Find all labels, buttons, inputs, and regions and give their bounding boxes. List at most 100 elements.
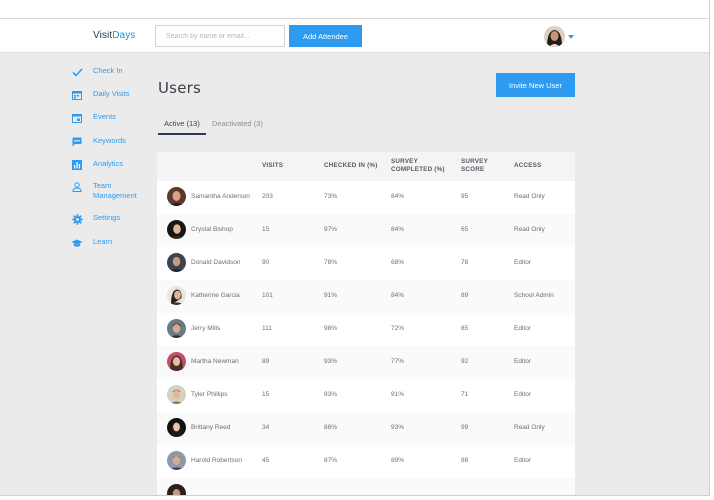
cell-visits: 89 bbox=[262, 358, 270, 365]
cell-visits: 34 bbox=[262, 424, 270, 431]
cell-survey-score: 65 bbox=[461, 226, 469, 233]
user-name[interactable]: Harold Robertson bbox=[191, 457, 242, 464]
sidebar-item-settings[interactable]: Settings bbox=[70, 213, 148, 225]
cell-survey-completed: 77% bbox=[391, 358, 405, 365]
cell-survey-completed: 93% bbox=[391, 424, 405, 431]
cell-access: School Admin bbox=[514, 292, 554, 299]
cell-survey-completed: 84% bbox=[391, 193, 405, 200]
cell-access: Editor bbox=[514, 358, 531, 365]
column-header-checked-in[interactable]: CHECKED IN (%) bbox=[324, 162, 378, 170]
table-row[interactable] bbox=[157, 478, 575, 495]
table-row[interactable]: Tyler Phillips 15 83% 91% 71 Editor bbox=[157, 379, 575, 412]
avatar bbox=[167, 187, 186, 206]
avatar bbox=[167, 253, 186, 272]
cell-survey-score: 92 bbox=[461, 358, 469, 365]
sidebar-item-label: Learn bbox=[93, 237, 113, 246]
cell-survey-score: 78 bbox=[461, 259, 469, 266]
cell-survey-score: 85 bbox=[461, 325, 469, 332]
cell-checked-in: 88% bbox=[324, 424, 338, 431]
cell-survey-completed: 91% bbox=[391, 391, 405, 398]
browser-top-strip bbox=[0, 0, 709, 19]
checkmark-icon bbox=[70, 66, 84, 78]
column-header-survey-completed[interactable]: SURVEY COMPLETED (%) bbox=[391, 158, 451, 174]
avatar bbox=[167, 385, 186, 404]
user-name[interactable]: Katherine Garcia bbox=[191, 292, 240, 299]
cell-visits: 111 bbox=[262, 325, 272, 332]
user-name[interactable]: Donald Davidson bbox=[191, 259, 241, 266]
current-user-avatar[interactable] bbox=[544, 26, 565, 47]
cell-survey-score: 99 bbox=[461, 424, 469, 431]
search-input[interactable] bbox=[155, 25, 285, 47]
logo-part-days: Days bbox=[112, 30, 136, 41]
avatar bbox=[167, 451, 186, 470]
table-row[interactable]: Crystal Bishop 15 97% 84% 65 Read Only bbox=[157, 214, 575, 247]
user-name[interactable]: Crystal Bishop bbox=[191, 226, 233, 233]
cell-survey-completed: 72% bbox=[391, 325, 405, 332]
table-row[interactable]: Martha Newman 89 93% 77% 92 Editor bbox=[157, 346, 575, 379]
cell-survey-completed: 84% bbox=[391, 226, 405, 233]
add-attendee-button[interactable]: Add Attendee bbox=[289, 25, 362, 47]
invite-new-user-button[interactable]: Invite New User bbox=[496, 73, 575, 97]
cell-survey-completed: 84% bbox=[391, 292, 405, 299]
cell-visits: 45 bbox=[262, 457, 270, 464]
cell-access: Editor bbox=[514, 325, 531, 332]
table-row[interactable]: Donald Davidson 90 78% 68% 78 Editor bbox=[157, 247, 575, 280]
column-header-visits[interactable]: VISITS bbox=[262, 162, 283, 170]
table-row[interactable]: Jerry Mills 111 98% 72% 85 Editor bbox=[157, 313, 575, 346]
user-tabs: Active (13) Deactivated (3) bbox=[158, 119, 578, 137]
users-table: VISITS CHECKED IN (%) SURVEY COMPLETED (… bbox=[157, 152, 575, 495]
table-row[interactable]: Brittany Reed 34 88% 93% 99 Read Only bbox=[157, 412, 575, 445]
tab-active[interactable]: Active (13) bbox=[158, 119, 206, 135]
logo-part-visit: Visit bbox=[93, 30, 113, 41]
table-row[interactable]: Katherine Garcia 101 91% 84% 89 School A… bbox=[157, 280, 575, 313]
sidebar-item-keywords[interactable]: Keywords bbox=[70, 136, 148, 148]
tab-deactivated[interactable]: Deactivated (3) bbox=[212, 119, 263, 135]
cell-visits: 90 bbox=[262, 259, 270, 266]
sidebar-item-label: Keywords bbox=[93, 136, 126, 145]
chevron-down-icon[interactable] bbox=[568, 35, 574, 39]
sidebar-item-label: Events bbox=[93, 112, 116, 121]
cell-visits: 101 bbox=[262, 292, 273, 299]
user-name[interactable]: Martha Newman bbox=[191, 358, 239, 365]
cell-checked-in: 93% bbox=[324, 358, 338, 365]
cell-access: Read Only bbox=[514, 226, 545, 233]
table-row[interactable]: Harold Robertson 45 87% 89% 88 Editor bbox=[157, 445, 575, 478]
user-name[interactable]: Jerry Mills bbox=[191, 325, 220, 332]
sidebar-item-events[interactable]: Events bbox=[70, 112, 148, 124]
cell-access: Read Only bbox=[514, 424, 545, 431]
table-row[interactable]: Samantha Anderson 203 73% 84% 95 Read On… bbox=[157, 181, 575, 214]
cell-checked-in: 97% bbox=[324, 226, 338, 233]
cell-access: Editor bbox=[514, 259, 531, 266]
app-logo[interactable]: VisitDays bbox=[93, 30, 135, 41]
table-header: VISITS CHECKED IN (%) SURVEY COMPLETED (… bbox=[157, 152, 575, 181]
sidebar-item-team-management[interactable]: Team Management bbox=[70, 181, 148, 201]
avatar bbox=[167, 418, 186, 437]
cell-checked-in: 87% bbox=[324, 457, 338, 464]
cell-visits: 15 bbox=[262, 226, 270, 233]
bar-chart-icon bbox=[70, 159, 84, 171]
cell-checked-in: 91% bbox=[324, 292, 338, 299]
user-name[interactable]: Brittany Reed bbox=[191, 424, 230, 431]
sidebar-item-daily-visits[interactable]: Daily Visits bbox=[70, 89, 148, 101]
sidebar-item-label: Analytics bbox=[93, 159, 124, 168]
sidebar-item-check-in[interactable]: Check In bbox=[70, 66, 148, 78]
cell-survey-score: 89 bbox=[461, 292, 469, 299]
column-header-survey-score[interactable]: SURVEY SCORE bbox=[461, 158, 501, 174]
sidebar-item-analytics[interactable]: Analytics bbox=[70, 159, 148, 171]
avatar bbox=[167, 286, 186, 305]
sidebar-item-label: Check In bbox=[93, 66, 123, 75]
calendar-icon bbox=[70, 89, 84, 101]
cell-checked-in: 83% bbox=[324, 391, 338, 398]
cell-survey-score: 88 bbox=[461, 457, 469, 464]
user-name[interactable]: Tyler Phillips bbox=[191, 391, 227, 398]
avatar bbox=[167, 484, 186, 495]
cell-visits: 203 bbox=[262, 193, 273, 200]
user-name[interactable]: Samantha Anderson bbox=[191, 193, 250, 200]
cell-checked-in: 98% bbox=[324, 325, 338, 332]
sidebar-item-learn[interactable]: Learn bbox=[70, 237, 148, 249]
cell-checked-in: 73% bbox=[324, 193, 338, 200]
column-header-access[interactable]: ACCESS bbox=[514, 162, 541, 170]
cell-survey-score: 95 bbox=[461, 193, 469, 200]
cell-visits: 15 bbox=[262, 391, 270, 398]
cell-access: Editor bbox=[514, 457, 531, 464]
